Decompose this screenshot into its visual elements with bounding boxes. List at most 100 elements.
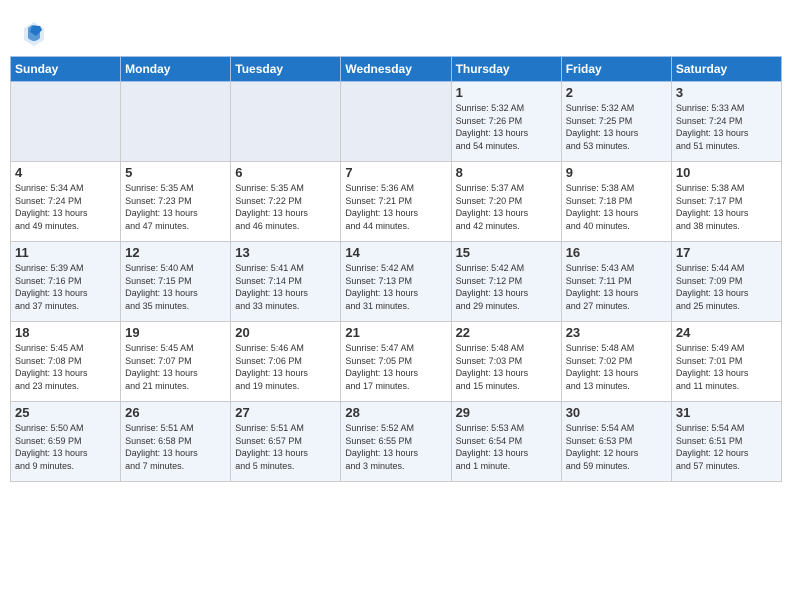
day-number: 18 — [15, 325, 116, 340]
day-info: Sunrise: 5:38 AM Sunset: 7:18 PM Dayligh… — [566, 182, 667, 232]
calendar-cell: 14 Sunrise: 5:42 AM Sunset: 7:13 PM Dayli… — [341, 242, 451, 322]
calendar-row: 11 Sunrise: 5:39 AM Sunset: 7:16 PM Dayli… — [11, 242, 782, 322]
day-info: Sunrise: 5:39 AM Sunset: 7:16 PM Dayligh… — [15, 262, 116, 312]
day-number: 2 — [566, 85, 667, 100]
day-info: Sunrise: 5:47 AM Sunset: 7:05 PM Dayligh… — [345, 342, 446, 392]
calendar-cell: 31 Sunrise: 5:54 AM Sunset: 6:51 PM Dayli… — [671, 402, 781, 482]
day-number: 8 — [456, 165, 557, 180]
calendar-cell: 9Sunrise: 5:38 AM Sunset: 7:18 PM Daylig… — [561, 162, 671, 242]
calendar-cell: 26Sunrise: 5:51 AM Sunset: 6:58 PM Dayli… — [121, 402, 231, 482]
calendar-cell — [121, 82, 231, 162]
day-number: 21 — [345, 325, 446, 340]
day-info: Sunrise: 5:53 AM Sunset: 6:54 PM Dayligh… — [456, 422, 557, 472]
calendar-table: SundayMondayTuesdayWednesdayThursdayFrid… — [10, 56, 782, 482]
weekday-header: Sunday — [11, 57, 121, 82]
calendar-cell: 28 Sunrise: 5:52 AM Sunset: 6:55 PM Dayli… — [341, 402, 451, 482]
calendar-cell: 11 Sunrise: 5:39 AM Sunset: 7:16 PM Dayli… — [11, 242, 121, 322]
calendar-cell: 30 Sunrise: 5:54 AM Sunset: 6:53 PM Dayli… — [561, 402, 671, 482]
day-number: 5 — [125, 165, 226, 180]
day-number: 13 — [235, 245, 336, 260]
day-info: Sunrise: 5:54 AM Sunset: 6:51 PM Dayligh… — [676, 422, 777, 472]
day-number: 30 — [566, 405, 667, 420]
calendar-cell — [231, 82, 341, 162]
day-number: 24 — [676, 325, 777, 340]
calendar-cell: 25 Sunrise: 5:50 AM Sunset: 6:59 PM Dayli… — [11, 402, 121, 482]
day-number: 28 — [345, 405, 446, 420]
calendar-cell: 4 Sunrise: 5:34 AM Sunset: 7:24 PM Daylig… — [11, 162, 121, 242]
calendar-cell: 27 Sunrise: 5:51 AM Sunset: 6:57 PM Dayli… — [231, 402, 341, 482]
day-info: Sunrise: 5:42 AM Sunset: 7:13 PM Dayligh… — [345, 262, 446, 312]
day-info: Sunrise: 5:46 AM Sunset: 7:06 PM Dayligh… — [235, 342, 336, 392]
day-number: 12 — [125, 245, 226, 260]
day-number: 25 — [15, 405, 116, 420]
day-info: Sunrise: 5:50 AM Sunset: 6:59 PM Dayligh… — [15, 422, 116, 472]
calendar-cell: 13 Sunrise: 5:41 AM Sunset: 7:14 PM Dayli… — [231, 242, 341, 322]
calendar-cell: 20 Sunrise: 5:46 AM Sunset: 7:06 PM Dayli… — [231, 322, 341, 402]
weekday-header: Friday — [561, 57, 671, 82]
calendar-row: 1Sunrise: 5:32 AM Sunset: 7:26 PM Daylig… — [11, 82, 782, 162]
calendar-cell: 19 Sunrise: 5:45 AM Sunset: 7:07 PM Dayli… — [121, 322, 231, 402]
day-info: Sunrise: 5:45 AM Sunset: 7:07 PM Dayligh… — [125, 342, 226, 392]
day-number: 31 — [676, 405, 777, 420]
day-info: Sunrise: 5:48 AM Sunset: 7:02 PM Dayligh… — [566, 342, 667, 392]
calendar-cell — [11, 82, 121, 162]
day-number: 17 — [676, 245, 777, 260]
day-number: 27 — [235, 405, 336, 420]
day-number: 7 — [345, 165, 446, 180]
day-info: Sunrise: 5:33 AM Sunset: 7:24 PM Dayligh… — [676, 102, 777, 152]
day-number: 11 — [15, 245, 116, 260]
weekday-header: Saturday — [671, 57, 781, 82]
day-info: Sunrise: 5:49 AM Sunset: 7:01 PM Dayligh… — [676, 342, 777, 392]
logo — [20, 18, 50, 46]
day-info: Sunrise: 5:51 AM Sunset: 6:57 PM Dayligh… — [235, 422, 336, 472]
day-info: Sunrise: 5:38 AM Sunset: 7:17 PM Dayligh… — [676, 182, 777, 232]
day-number: 20 — [235, 325, 336, 340]
day-info: Sunrise: 5:41 AM Sunset: 7:14 PM Dayligh… — [235, 262, 336, 312]
calendar-row: 18Sunrise: 5:45 AM Sunset: 7:08 PM Dayli… — [11, 322, 782, 402]
calendar-cell: 16 Sunrise: 5:43 AM Sunset: 7:11 PM Dayli… — [561, 242, 671, 322]
calendar-cell: 10 Sunrise: 5:38 AM Sunset: 7:17 PM Dayli… — [671, 162, 781, 242]
day-number: 14 — [345, 245, 446, 260]
calendar-cell: 3Sunrise: 5:33 AM Sunset: 7:24 PM Daylig… — [671, 82, 781, 162]
calendar-cell: 18Sunrise: 5:45 AM Sunset: 7:08 PM Dayli… — [11, 322, 121, 402]
day-info: Sunrise: 5:44 AM Sunset: 7:09 PM Dayligh… — [676, 262, 777, 312]
day-info: Sunrise: 5:54 AM Sunset: 6:53 PM Dayligh… — [566, 422, 667, 472]
calendar-header-row: SundayMondayTuesdayWednesdayThursdayFrid… — [11, 57, 782, 82]
calendar-cell: 12 Sunrise: 5:40 AM Sunset: 7:15 PM Dayli… — [121, 242, 231, 322]
weekday-header: Monday — [121, 57, 231, 82]
day-number: 16 — [566, 245, 667, 260]
logo-icon — [20, 18, 48, 46]
day-info: Sunrise: 5:35 AM Sunset: 7:22 PM Dayligh… — [235, 182, 336, 232]
day-info: Sunrise: 5:40 AM Sunset: 7:15 PM Dayligh… — [125, 262, 226, 312]
page-header — [10, 10, 782, 50]
calendar-cell: 24 Sunrise: 5:49 AM Sunset: 7:01 PM Dayli… — [671, 322, 781, 402]
calendar-cell: 15 Sunrise: 5:42 AM Sunset: 7:12 PM Dayli… — [451, 242, 561, 322]
calendar-cell: 17 Sunrise: 5:44 AM Sunset: 7:09 PM Dayli… — [671, 242, 781, 322]
day-number: 19 — [125, 325, 226, 340]
day-info: Sunrise: 5:42 AM Sunset: 7:12 PM Dayligh… — [456, 262, 557, 312]
day-info: Sunrise: 5:37 AM Sunset: 7:20 PM Dayligh… — [456, 182, 557, 232]
calendar-cell: 29 Sunrise: 5:53 AM Sunset: 6:54 PM Dayli… — [451, 402, 561, 482]
day-number: 4 — [15, 165, 116, 180]
day-number: 26 — [125, 405, 226, 420]
day-info: Sunrise: 5:36 AM Sunset: 7:21 PM Dayligh… — [345, 182, 446, 232]
day-number: 15 — [456, 245, 557, 260]
calendar-cell: 5 Sunrise: 5:35 AM Sunset: 7:23 PM Daylig… — [121, 162, 231, 242]
day-number: 10 — [676, 165, 777, 180]
day-number: 29 — [456, 405, 557, 420]
calendar-cell: 23 Sunrise: 5:48 AM Sunset: 7:02 PM Dayli… — [561, 322, 671, 402]
calendar-cell: 8 Sunrise: 5:37 AM Sunset: 7:20 PM Daylig… — [451, 162, 561, 242]
day-info: Sunrise: 5:43 AM Sunset: 7:11 PM Dayligh… — [566, 262, 667, 312]
weekday-header: Thursday — [451, 57, 561, 82]
day-info: Sunrise: 5:35 AM Sunset: 7:23 PM Dayligh… — [125, 182, 226, 232]
day-info: Sunrise: 5:52 AM Sunset: 6:55 PM Dayligh… — [345, 422, 446, 472]
day-info: Sunrise: 5:32 AM Sunset: 7:25 PM Dayligh… — [566, 102, 667, 152]
day-number: 1 — [456, 85, 557, 100]
calendar-cell: 7 Sunrise: 5:36 AM Sunset: 7:21 PM Daylig… — [341, 162, 451, 242]
calendar-cell: 6Sunrise: 5:35 AM Sunset: 7:22 PM Daylig… — [231, 162, 341, 242]
calendar-row: 4 Sunrise: 5:34 AM Sunset: 7:24 PM Daylig… — [11, 162, 782, 242]
day-info: Sunrise: 5:34 AM Sunset: 7:24 PM Dayligh… — [15, 182, 116, 232]
day-number: 23 — [566, 325, 667, 340]
calendar-cell: 1Sunrise: 5:32 AM Sunset: 7:26 PM Daylig… — [451, 82, 561, 162]
calendar-row: 25 Sunrise: 5:50 AM Sunset: 6:59 PM Dayli… — [11, 402, 782, 482]
